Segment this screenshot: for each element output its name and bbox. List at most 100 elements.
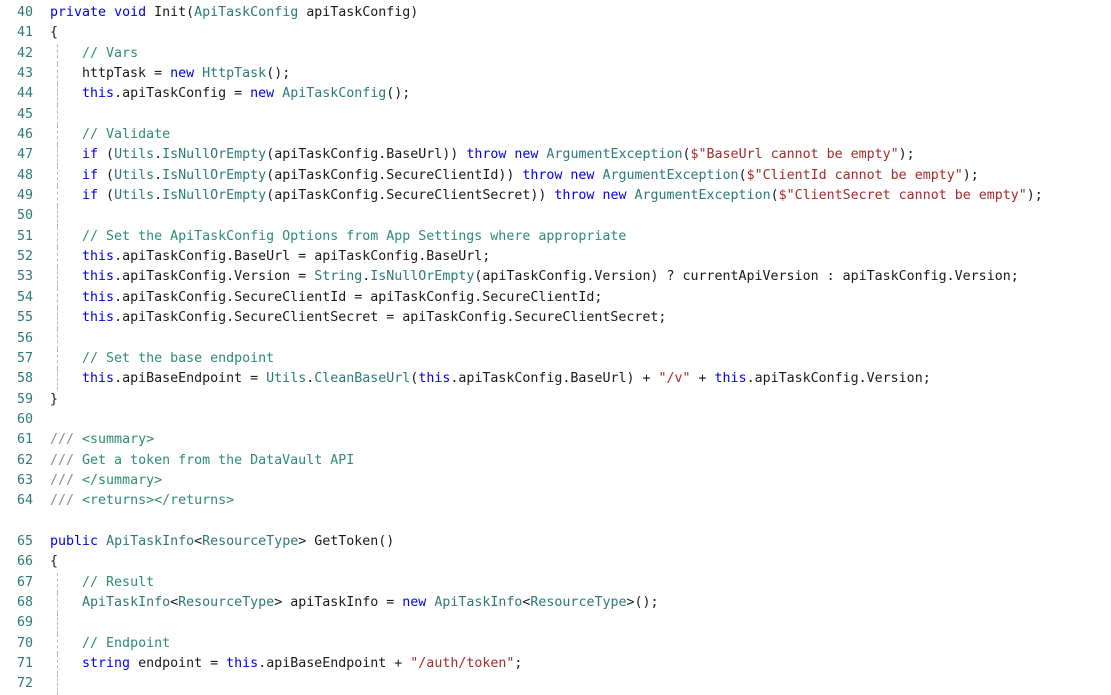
line-number: 60 <box>16 411 33 427</box>
code-line[interactable]: 68 ApiTaskInfo<ResourceType> apiTaskInfo… <box>0 592 1111 614</box>
code-line[interactable]: 71 string endpoint = this.apiBaseEndpoin… <box>0 654 1111 675</box>
token-pln: ( <box>770 188 779 204</box>
token-pln <box>98 534 106 549</box>
token-cmt: // Validate <box>82 127 171 143</box>
line-number: 53 <box>16 269 33 285</box>
code-line[interactable] <box>0 512 1111 532</box>
code-line[interactable]: 64 /// <returns></returns> <box>0 491 1111 511</box>
token-doc: /// <box>50 432 75 448</box>
code-line[interactable]: 49 if (Utils.IsNullOrEmpty(apiTaskConfig… <box>0 186 1111 207</box>
line-number: 40 <box>16 5 33 20</box>
line-content: if (Utils.IsNullOrEmpty(apiTaskConfig.Se… <box>50 186 1043 206</box>
code-line[interactable]: 54 this.apiTaskConfig.SecureClientId = a… <box>0 287 1111 309</box>
code-line[interactable]: 45 <box>0 104 1111 126</box>
token-typ: ApiTaskInfo <box>82 594 171 610</box>
code-line[interactable]: 55 this.apiTaskConfig.SecureClientSecret… <box>0 308 1111 329</box>
token-pln: ); <box>962 167 979 183</box>
token-typ: IsNullOrEmpty <box>162 167 267 183</box>
line-number: 63 <box>16 472 33 488</box>
line-content: /// <returns></returns> <box>50 491 234 511</box>
token-typ: IsNullOrEmpty <box>162 188 267 204</box>
line-number: 59 <box>16 391 33 407</box>
token-pln: endpoint = <box>130 656 227 671</box>
code-line[interactable]: 50 <box>0 206 1111 228</box>
token-pln <box>50 249 82 264</box>
token-pln: (apiTaskConfig.SecureClientSecret)) <box>266 188 555 204</box>
code-line[interactable]: 60 <box>0 410 1111 430</box>
token-pln <box>50 351 82 366</box>
code-line[interactable]: 47 if (Utils.IsNullOrEmpty(apiTaskConfig… <box>0 145 1111 167</box>
code-line[interactable]: 40 private void Init(ApiTaskConfig apiTas… <box>0 3 1111 23</box>
line-number: 61 <box>16 432 33 448</box>
token-cmt: </summary> <box>74 472 163 488</box>
code-editor[interactable]: 40 private void Init(ApiTaskConfig apiTas… <box>0 0 1111 695</box>
line-content: ApiTaskInfo<ResourceType> apiTaskInfo = … <box>50 593 658 613</box>
code-line[interactable]: 56 <box>0 328 1111 350</box>
token-pln <box>50 46 82 61</box>
token-kw: new <box>402 594 427 610</box>
token-typ: Utils <box>266 371 307 387</box>
token-typ: ArgumentException <box>634 188 771 204</box>
code-line[interactable]: 41 { <box>0 23 1111 43</box>
code-line[interactable]: 70 // Endpoint <box>0 633 1111 655</box>
token-pln: .apiBaseEndpoint = <box>114 371 267 387</box>
token-pln: (apiTaskConfig.SecureClientId)) <box>266 167 523 183</box>
token-pln: .apiTaskConfig.SecureClientSecret = apiT… <box>114 310 667 326</box>
token-str: $"BaseUrl cannot be empty" <box>690 147 899 163</box>
code-line[interactable]: 62 /// Get a token from the DataVault API <box>0 451 1111 471</box>
token-pln <box>50 86 82 101</box>
line-content: { <box>50 552 58 572</box>
code-line[interactable]: 59} <box>0 390 1111 410</box>
token-pln <box>50 147 82 162</box>
token-doc: /// <box>50 472 75 488</box>
code-line[interactable]: 53 this.apiTaskConfig.Version = String.I… <box>0 267 1111 289</box>
code-line[interactable]: 69 <box>0 613 1111 635</box>
token-pln <box>50 636 82 651</box>
code-line[interactable]: 72 <box>0 674 1111 695</box>
line-content: // Vars <box>50 44 138 64</box>
line-number: 47 <box>16 147 33 163</box>
token-str: "/auth/token" <box>410 656 515 671</box>
code-line[interactable]: 58 this.apiBaseEndpoint = Utils.CleanBas… <box>0 369 1111 390</box>
line-number: 64 <box>16 493 33 509</box>
token-pln <box>50 371 82 386</box>
line-number: 57 <box>16 350 33 366</box>
line-content: // Validate <box>50 125 170 145</box>
token-kw: this <box>82 269 115 285</box>
token-pln <box>50 656 82 671</box>
code-line[interactable]: 48 if (Utils.IsNullOrEmpty(apiTaskConfig… <box>0 165 1111 187</box>
code-line[interactable]: 57 // Set the base endpoint <box>0 348 1111 370</box>
code-line[interactable]: 51 // Set the ApiTaskConfig Options from… <box>0 226 1111 248</box>
token-kw: throw <box>522 167 563 183</box>
code-line[interactable]: 66 { <box>0 552 1111 572</box>
token-typ: IsNullOrEmpty <box>370 269 475 285</box>
token-str: $"ClientSecret cannot be empty" <box>778 188 1027 204</box>
code-line[interactable]: 67 // Result <box>0 572 1111 594</box>
token-pln: .apiTaskConfig.Version = <box>114 269 315 285</box>
token-typ: ArgumentException <box>546 147 683 163</box>
code-line[interactable]: 61 /// <summary> <box>0 430 1111 450</box>
token-doc: /// <box>50 493 75 509</box>
code-area[interactable]: 40 private void Init(ApiTaskConfig apiTas… <box>0 3 1111 695</box>
code-line[interactable]: 65 public ApiTaskInfo<ResourceType> GetTo… <box>0 532 1111 552</box>
line-number: 44 <box>16 86 33 102</box>
token-kw: this <box>82 289 115 305</box>
code-line[interactable]: 44 this.apiTaskConfig = new ApiTaskConfi… <box>0 84 1111 106</box>
token-pln: ( <box>98 147 115 163</box>
code-line[interactable]: 52 this.apiTaskConfig.BaseUrl = apiTaskC… <box>0 247 1111 268</box>
token-str: $"ClientId cannot be empty" <box>746 167 963 183</box>
code-line[interactable]: 63 /// </summary> <box>0 471 1111 491</box>
line-number: 43 <box>16 66 33 82</box>
line-content: this.apiTaskConfig.Version = String.IsNu… <box>50 267 1019 287</box>
token-kw: this <box>714 371 747 387</box>
token-kw: public <box>50 533 99 549</box>
line-content: // Result <box>50 573 154 593</box>
line-number: 67 <box>16 574 33 590</box>
code-line[interactable]: 42 // Vars <box>0 43 1111 65</box>
code-line[interactable]: 46 // Validate <box>0 125 1111 146</box>
line-content: } <box>50 390 58 410</box>
token-pln <box>50 575 82 590</box>
line-content: this.apiTaskConfig = new ApiTaskConfig()… <box>50 84 410 104</box>
token-typ: ApiTaskInfo <box>434 594 523 610</box>
code-line[interactable]: 43 httpTask = new HttpTask(); <box>0 64 1111 85</box>
